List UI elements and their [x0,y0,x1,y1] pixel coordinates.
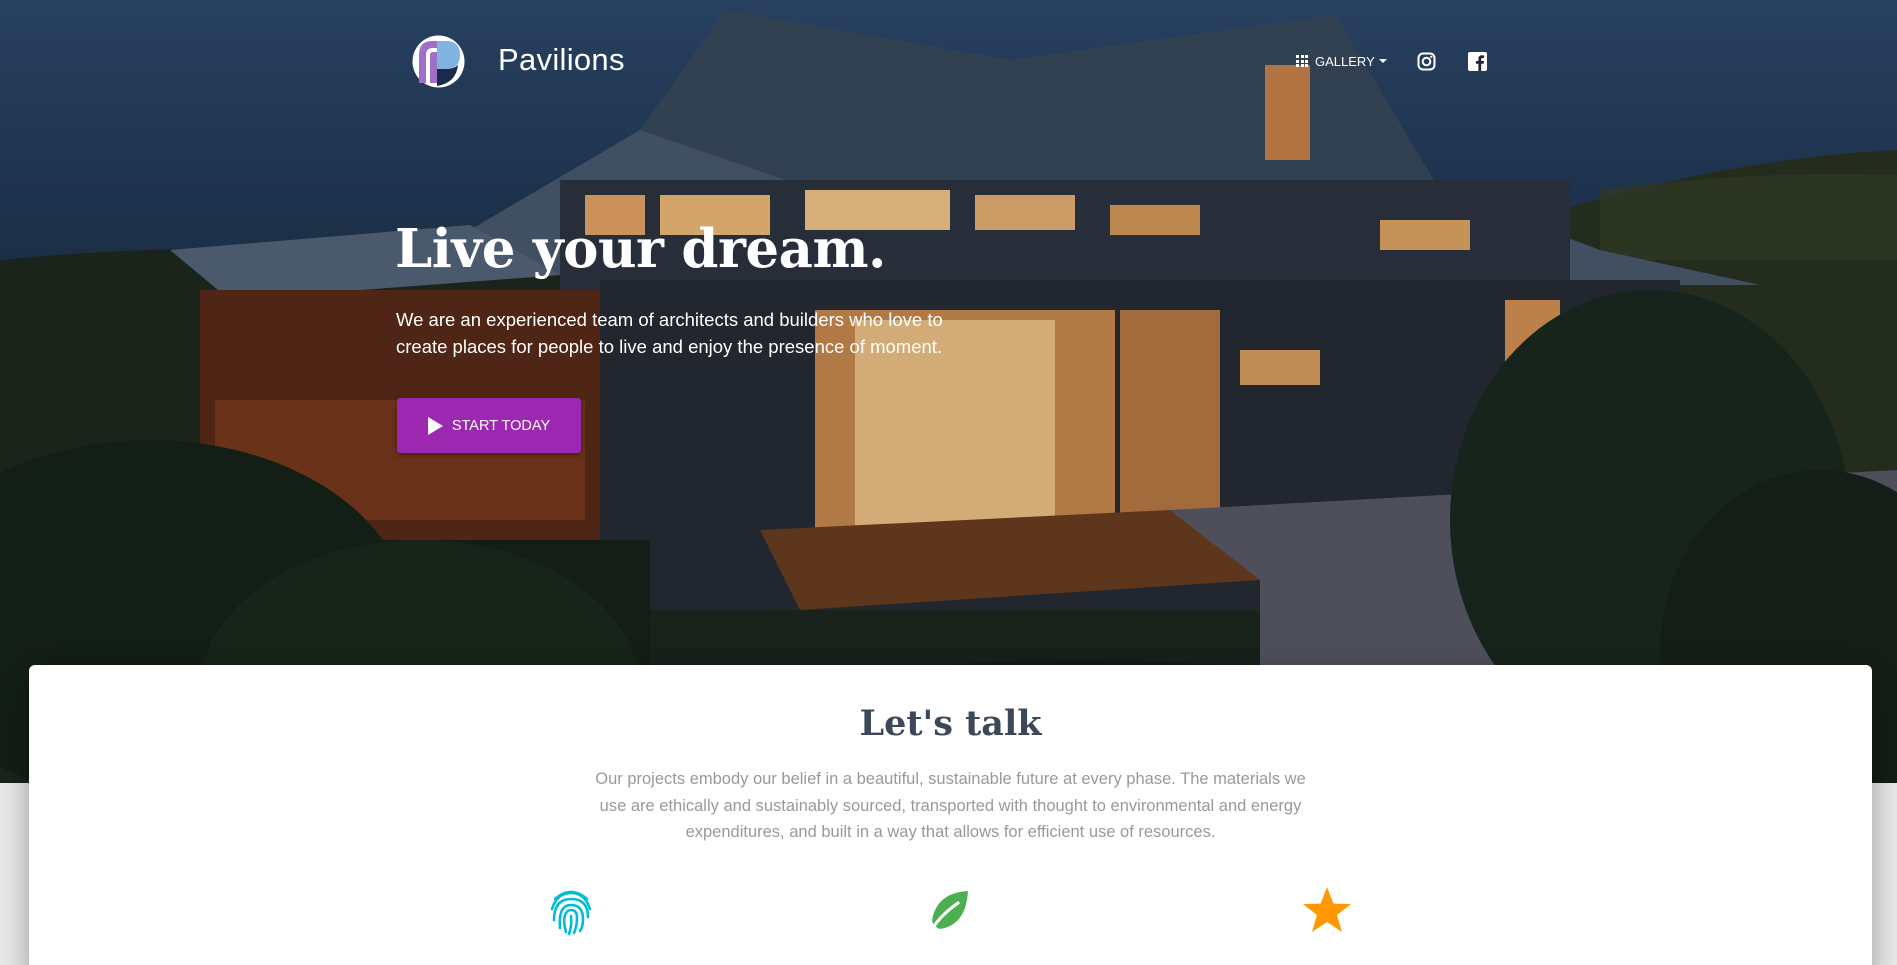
instagram-icon[interactable] [1417,52,1436,71]
brand-name[interactable]: Pavilions [498,42,625,78]
star-icon [1303,887,1351,932]
leaf-icon [928,891,968,935]
hero-subtitle: We are an experienced team of architects… [396,309,943,357]
hero-title: Live your dream. [395,218,887,280]
gallery-label: GALLERY [1315,53,1375,69]
apps-grid-icon [1296,55,1308,67]
facebook-icon[interactable] [1468,52,1487,71]
section-title: Let's talk [859,703,1042,744]
fingerprint-icon [550,890,592,936]
start-today-label: START TODAY [451,417,551,434]
lets-talk-section: Let's talk Our projects embody our belie… [29,665,1872,965]
pavilions-logo-icon[interactable] [410,33,467,90]
start-today-button[interactable]: START TODAY [397,398,581,453]
gallery-dropdown[interactable]: GALLERY [1296,51,1387,71]
play-icon [427,416,443,435]
chevron-down-icon [1378,59,1387,63]
section-description: Our projects embody our belief in a beau… [595,770,1306,841]
